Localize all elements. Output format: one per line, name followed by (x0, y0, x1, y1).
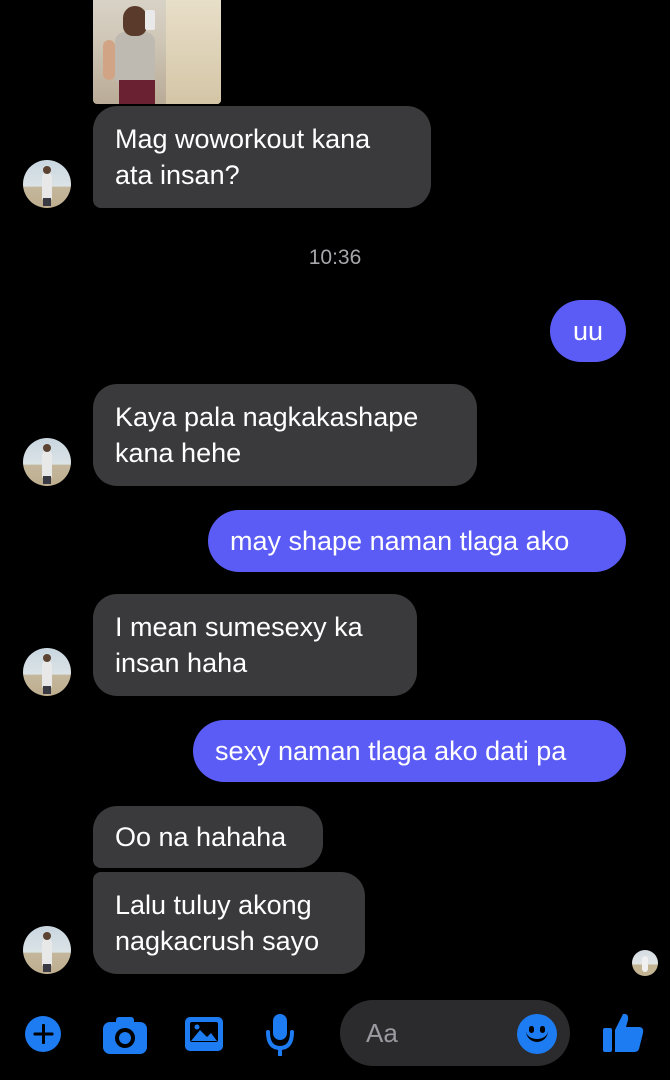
avatar-figure (42, 444, 52, 478)
photo-figure (115, 32, 155, 82)
emoji-mouth (526, 1030, 548, 1042)
message-bubble-incoming[interactable]: Oo na hahaha (93, 806, 323, 868)
thumbs-up-icon[interactable] (601, 1010, 645, 1054)
read-receipt-avatar (632, 950, 658, 976)
avatar-figure (42, 932, 52, 966)
message-bubble-outgoing[interactable]: uu (550, 300, 626, 362)
message-bubble-incoming[interactable]: Lalu tuluy akong nagkacrush sayo (93, 872, 365, 974)
photo-phone (145, 10, 155, 30)
mic-icon[interactable] (264, 1012, 296, 1058)
timestamp: 10:36 (308, 246, 362, 269)
message-bubble-incoming[interactable]: Kaya pala nagkakashape kana hehe (93, 384, 477, 486)
avatar-figure-legs (43, 198, 51, 206)
avatar-figure-legs (43, 686, 51, 694)
photo-wall (166, 0, 221, 104)
emoji-icon[interactable] (517, 1014, 557, 1054)
photo-figure-head (123, 6, 147, 36)
plus-icon[interactable] (25, 1016, 61, 1052)
avatar-figure (642, 956, 648, 972)
message-bubble-incoming[interactable]: I mean sumesexy ka insan haha (93, 594, 417, 696)
photo-arm (103, 40, 115, 80)
message-input-placeholder: Aa (366, 1018, 398, 1048)
contact-avatar[interactable] (23, 926, 71, 974)
contact-avatar[interactable] (23, 438, 71, 486)
composer-toolbar: Aa (0, 1000, 670, 1070)
avatar-figure-legs (43, 964, 51, 972)
avatar-figure-legs (43, 476, 51, 484)
message-bubble-incoming[interactable]: Mag woworkout kana ata insan? (93, 106, 431, 208)
camera-icon[interactable] (101, 1014, 149, 1056)
message-bubble-outgoing[interactable]: may shape naman tlaga ako (208, 510, 626, 572)
contact-avatar[interactable] (23, 648, 71, 696)
message-bubble-outgoing[interactable]: sexy naman tlaga ako dati pa (193, 720, 626, 782)
avatar-figure (42, 654, 52, 688)
shared-photo[interactable] (93, 0, 221, 104)
avatar-figure (42, 166, 52, 200)
gallery-icon[interactable] (183, 1014, 225, 1054)
photo-figure-legs (119, 80, 155, 104)
contact-avatar[interactable] (23, 160, 71, 208)
